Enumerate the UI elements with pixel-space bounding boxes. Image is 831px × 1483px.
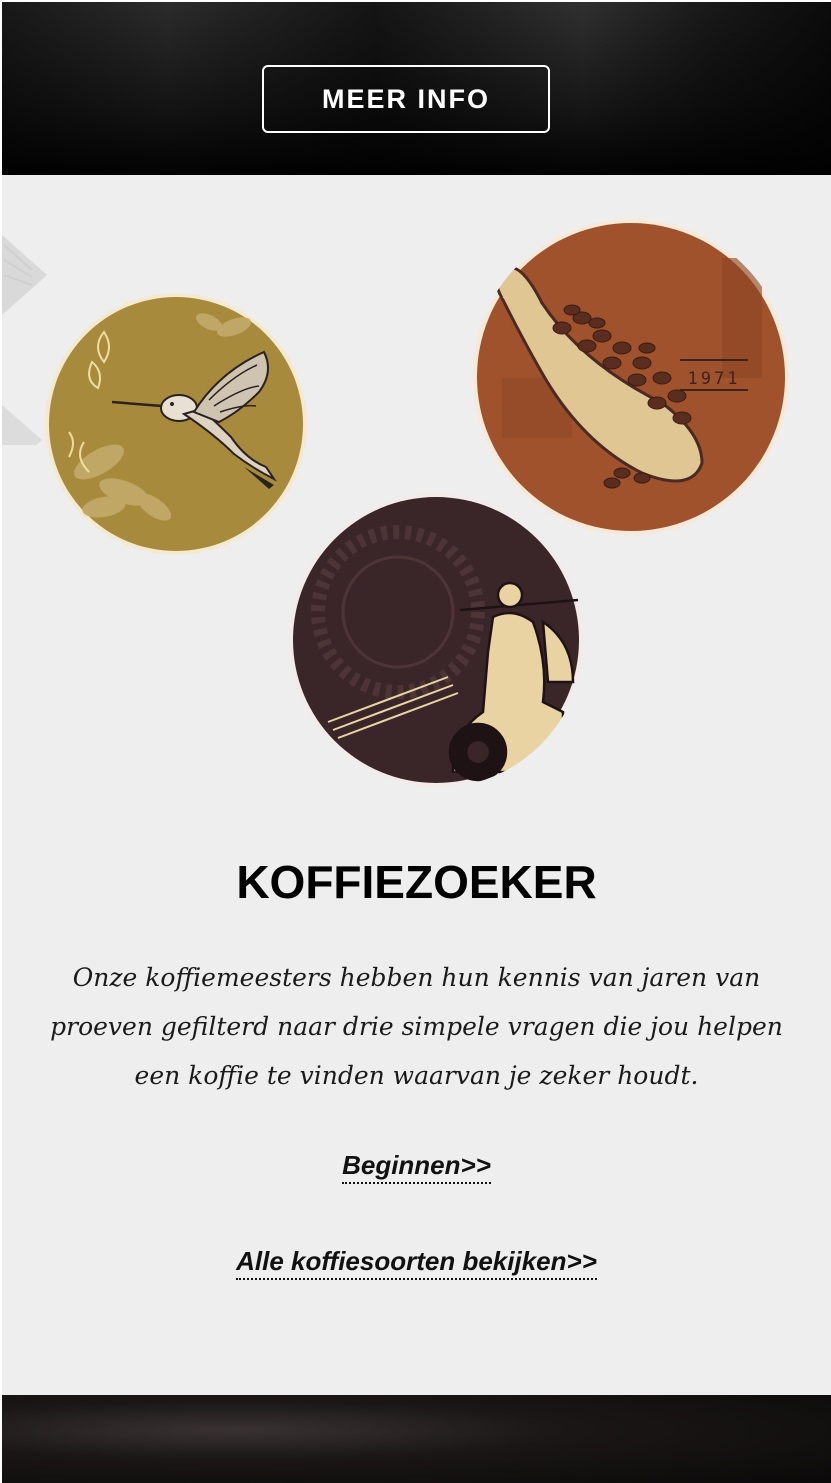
meer-info-button[interactable]: MEER INFO — [262, 65, 550, 133]
bottom-banner — [2, 1395, 831, 1483]
start-link-wrapper: Beginnen>> — [2, 1150, 831, 1184]
start-link[interactable]: Beginnen>> — [342, 1150, 491, 1184]
hummingbird-illustration — [44, 292, 308, 556]
page-title: KOFFIEZOEKER — [236, 856, 597, 908]
scoop-stamp-text: 1971 — [688, 369, 741, 389]
all-coffees-link[interactable]: Alle koffiesoorten bekijken>> — [236, 1246, 597, 1280]
coffee-scoop-illustration: 1971 — [472, 218, 790, 536]
scooter-illustration — [288, 492, 584, 788]
hero-banner: MEER INFO — [2, 2, 831, 175]
page: MEER INFO 1971 KOFFIEZOEKER Onze koffiem… — [0, 0, 831, 1483]
all-coffees-link-wrapper: Alle koffiesoorten bekijken>> — [2, 1246, 831, 1280]
coffee-finder-section: 1971 KOFFIEZOEKER Onze koffiemeesters he… — [2, 175, 831, 1395]
section-description: Onze koffiemeesters hebben hun kennis va… — [50, 963, 783, 1090]
